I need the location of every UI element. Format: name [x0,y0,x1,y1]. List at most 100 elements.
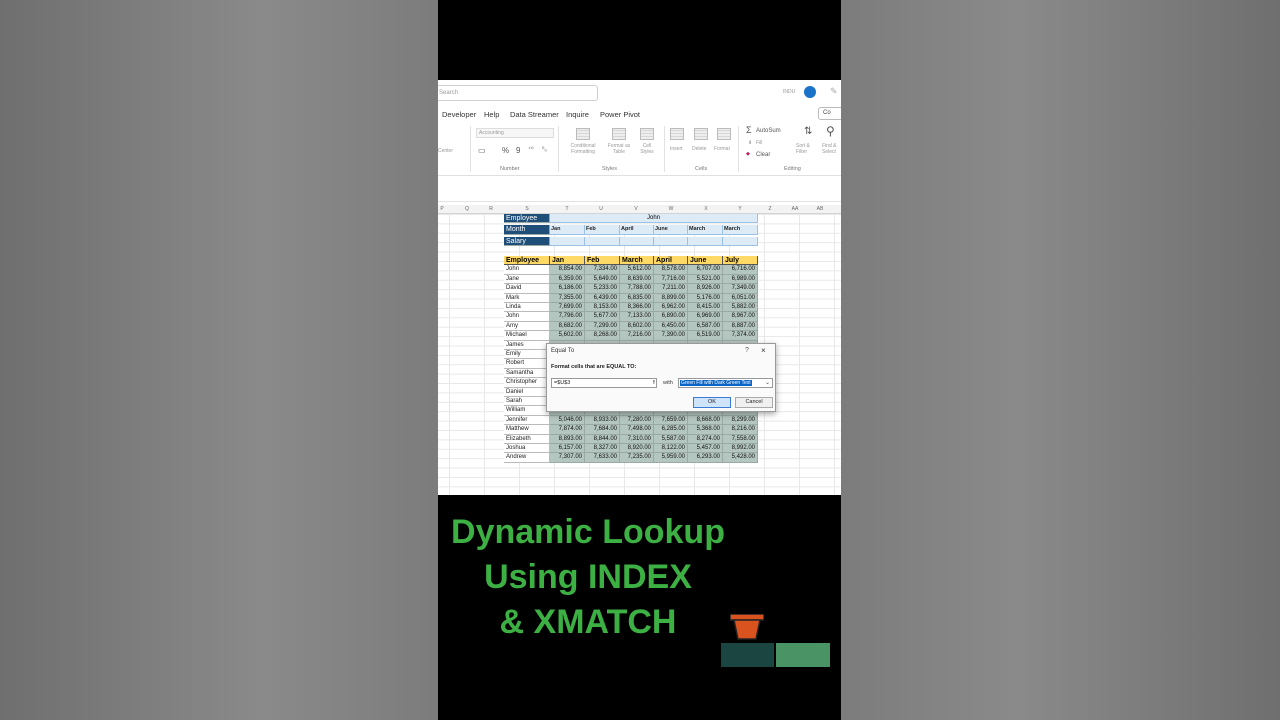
table-value-cell[interactable]: 5,428.00 [723,453,758,463]
lookup-salary-cell[interactable] [620,236,654,246]
lookup-salary-cell[interactable] [688,236,723,246]
table-value-cell[interactable]: 8,122.00 [654,444,688,454]
lookup-month-cell[interactable]: Feb [585,225,620,235]
table-value-cell[interactable]: 6,716.00 [723,265,758,275]
table-value-cell[interactable]: 8,153.00 [585,303,620,313]
table-header[interactable]: July [723,256,758,266]
table-name-cell[interactable]: Michael [504,331,550,341]
table-value-cell[interactable]: 7,299.00 [585,321,620,332]
table-value-cell[interactable]: 8,682.00 [550,321,585,332]
table-name-cell[interactable]: Robert [504,359,550,369]
table-value-cell[interactable]: 5,677.00 [585,312,620,322]
table-value-cell[interactable]: 7,374.00 [723,331,758,341]
sort-filter-button[interactable]: Sort & Filter [796,143,820,155]
lookup-salary-cell[interactable] [723,236,758,246]
table-value-cell[interactable]: 5,521.00 [688,274,723,285]
column-header[interactable]: Q [465,206,469,212]
value-input[interactable]: =$U$3 ⭱ [551,378,657,388]
table-value-cell[interactable]: 6,890.00 [654,312,688,322]
format-as-table-button[interactable]: Format as Table [604,143,634,155]
column-header[interactable]: R [489,206,493,212]
avatar[interactable] [804,86,816,98]
table-value-cell[interactable]: 7,133.00 [620,312,654,322]
autosum-button[interactable]: AutoSum [756,128,781,134]
tab-data-streamer[interactable]: Data Streamer [510,110,559,119]
find-select-button[interactable]: Find & Select [822,143,841,155]
help-button[interactable]: ? [745,347,749,354]
table-value-cell[interactable]: 8,887.00 [723,321,758,332]
cell-styles-button[interactable]: Cell Styles [636,143,658,155]
search-input[interactable]: Search [438,85,598,101]
tab-power-pivot[interactable]: Power Pivot [600,110,640,119]
tab-help[interactable]: Help [484,110,499,119]
format-button[interactable]: Format [714,146,730,152]
close-button[interactable]: × [761,346,766,355]
percent-button[interactable]: % [502,146,509,155]
table-header[interactable]: Feb [585,256,620,266]
table-name-cell[interactable]: Linda [504,303,550,313]
insert-cells-icon[interactable] [670,128,684,140]
table-value-cell[interactable]: 6,359.00 [550,274,585,285]
format-table-icon[interactable] [612,128,626,140]
table-value-cell[interactable]: 7,659.00 [654,415,688,426]
table-value-cell[interactable]: 6,707.00 [688,265,723,275]
search-icon[interactable]: ⚲ [826,124,835,138]
lookup-employee-value[interactable]: John [550,214,758,224]
table-value-cell[interactable]: 7,349.00 [723,284,758,294]
table-value-cell[interactable]: 6,450.00 [654,321,688,332]
table-value-cell[interactable]: 5,959.00 [654,453,688,463]
table-value-cell[interactable]: 6,969.00 [688,312,723,322]
chevron-down-icon[interactable]: ⌄ [765,379,770,387]
sort-filter-icon[interactable]: ⇅ [804,126,812,137]
table-value-cell[interactable]: 7,211.00 [654,284,688,294]
fill-button[interactable]: Fill [756,140,762,146]
table-name-cell[interactable]: Elizabeth [504,434,550,444]
conditional-formatting-icon[interactable] [576,128,590,140]
table-value-cell[interactable]: 8,854.00 [550,265,585,275]
table-value-cell[interactable]: 8,844.00 [585,434,620,444]
fill-icon[interactable]: ⬇ [748,140,752,146]
table-value-cell[interactable]: 7,310.00 [620,434,654,444]
number-format-select[interactable]: Accounting [476,128,554,138]
lookup-row-label[interactable]: Employee [504,214,550,224]
format-cells-icon[interactable] [717,128,731,140]
tab-developer[interactable]: Developer [442,110,476,119]
table-value-cell[interactable]: 7,307.00 [550,453,585,463]
column-header[interactable]: T [565,206,568,212]
table-header[interactable]: March [620,256,654,266]
column-header[interactable]: AB [817,206,824,212]
column-header[interactable]: P [440,206,443,212]
clear-button[interactable]: Clear [756,152,770,158]
lookup-month-cell[interactable]: Jan [550,225,585,235]
pencil-icon[interactable]: ✎ [830,86,838,97]
table-value-cell[interactable]: 6,186.00 [550,284,585,294]
table-value-cell[interactable]: 6,519.00 [688,331,723,341]
column-header[interactable]: W [669,206,674,212]
table-value-cell[interactable]: 7,633.00 [585,453,620,463]
table-value-cell[interactable]: 6,293.00 [688,453,723,463]
table-value-cell[interactable]: 8,602.00 [620,321,654,332]
table-name-cell[interactable]: Matthew [504,425,550,435]
table-value-cell[interactable]: 7,235.00 [620,453,654,463]
table-value-cell[interactable]: 7,498.00 [620,425,654,435]
table-value-cell[interactable]: 8,327.00 [585,444,620,454]
table-value-cell[interactable]: 5,612.00 [620,265,654,275]
table-value-cell[interactable]: 7,788.00 [620,284,654,294]
table-value-cell[interactable]: 8,268.00 [585,331,620,341]
table-value-cell[interactable]: 7,334.00 [585,265,620,275]
increase-decimal-icon[interactable]: ⁺⁰ [528,146,534,153]
formula-bar[interactable] [438,188,841,202]
column-header[interactable]: Z [768,206,771,212]
table-value-cell[interactable]: 5,046.00 [550,415,585,426]
table-header[interactable]: Employee [504,256,550,266]
table-value-cell[interactable]: 6,439.00 [585,293,620,303]
table-value-cell[interactable]: 6,989.00 [723,274,758,285]
table-value-cell[interactable]: 7,280.00 [620,415,654,426]
table-name-cell[interactable]: Daniel [504,387,550,397]
tab-inquire[interactable]: Inquire [566,110,589,119]
table-name-cell[interactable]: David [504,284,550,294]
table-value-cell[interactable]: 6,157.00 [550,444,585,454]
table-value-cell[interactable]: 8,893.00 [550,434,585,444]
table-value-cell[interactable]: 5,233.00 [585,284,620,294]
table-value-cell[interactable]: 7,355.00 [550,293,585,303]
